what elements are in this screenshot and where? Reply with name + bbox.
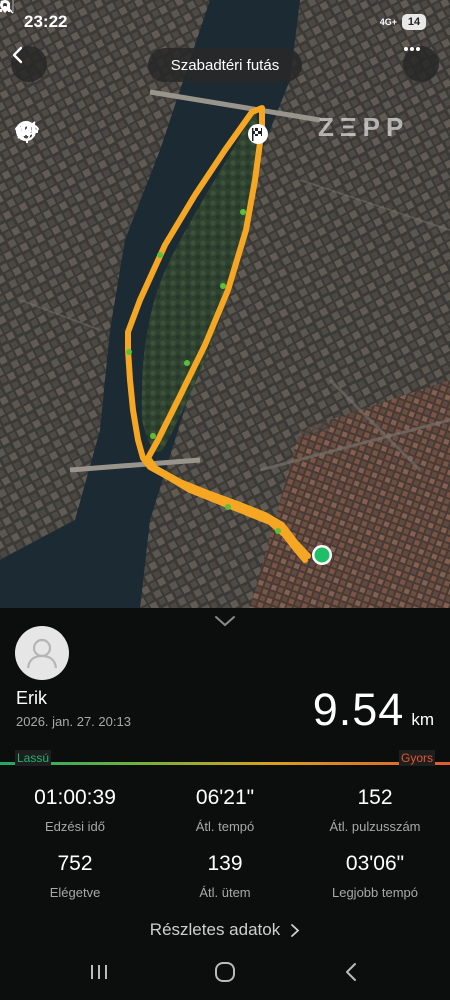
view-toggle-button[interactable] — [15, 122, 43, 246]
recent-apps-button[interactable] — [87, 960, 111, 984]
more-dots-icon — [404, 47, 420, 51]
recent-apps-icon — [91, 965, 107, 979]
status-bar: 23:22 4G+ 14 — [0, 0, 450, 44]
pace-gradient-bar — [0, 762, 450, 765]
battery-icon: 14 — [402, 14, 426, 30]
user-icon — [26, 638, 58, 669]
pace-scale: Lassú Gyors — [0, 748, 450, 768]
stat-value: 01:00:39 — [34, 786, 116, 809]
back-icon — [346, 963, 356, 981]
back-nav-button[interactable] — [339, 960, 363, 984]
stat-label: Átl. pulzusszám — [329, 819, 421, 834]
chevron-down-icon[interactable] — [213, 614, 237, 628]
signal-icon — [0, 0, 14, 12]
system-nav-bar — [0, 946, 450, 1000]
stat-label: Átl. tempó — [195, 819, 255, 834]
workout-summary-panel: Erik 2026. jan. 27. 20:13 9.54 km Lassú … — [0, 608, 450, 946]
stat-value: 139 — [207, 852, 243, 875]
stat-value: 152 — [357, 786, 393, 809]
pace-fast-label: Gyors — [398, 750, 435, 766]
checkered-flag-icon — [248, 124, 268, 144]
home-button[interactable] — [213, 960, 237, 984]
chevron-left-icon — [12, 46, 23, 64]
stat-avg-cadence: 139 Átl. ütem — [150, 852, 300, 900]
stat-label: Legjobb tempó — [331, 885, 418, 900]
pace-slow-label: Lassú — [15, 750, 52, 766]
stat-workout-time: 01:00:39 Edzési idő — [0, 786, 150, 834]
brand-logo: ZΞPP — [318, 112, 410, 142]
stat-value: 06'21" — [195, 786, 255, 809]
stat-label: Edzési idő — [45, 819, 105, 834]
stat-avg-pace: 06'21" Átl. tempó — [150, 786, 300, 834]
stat-value: 03'06" — [345, 852, 405, 875]
more-options-button[interactable] — [403, 46, 439, 82]
satellite-map-background — [0, 0, 450, 608]
route-map[interactable]: 23:22 4G+ 14 Szabadtéri futás ZΞPP — [0, 0, 450, 608]
stat-calories: 752 Elégetve — [0, 852, 150, 900]
stat-value: 752 — [57, 852, 93, 875]
distance-value: 9.54 — [312, 684, 405, 735]
stat-best-pace: 03'06" Legjobb tempó — [300, 852, 450, 900]
distance-unit: km — [411, 710, 434, 729]
status-time: 23:22 — [24, 12, 68, 31]
total-distance: 9.54 km — [313, 684, 434, 736]
user-name: Erik — [16, 688, 47, 708]
network-label: 4G+ — [379, 16, 397, 27]
start-point-marker — [312, 545, 332, 565]
locate-icon — [16, 121, 38, 143]
back-button[interactable] — [11, 46, 47, 82]
locate-button[interactable] — [15, 121, 43, 295]
map-style-button[interactable] — [15, 121, 43, 197]
stat-label: Átl. ütem — [199, 885, 251, 900]
avatar[interactable] — [15, 626, 69, 680]
workout-type-title: Szabadtéri futás — [148, 48, 302, 82]
stat-label: Elégetve — [49, 885, 101, 900]
workout-date: 2026. jan. 27. 20:13 — [16, 714, 131, 729]
status-icons: 4G+ 14 — [0, 0, 426, 30]
detailed-data-label: Részletes adatok — [149, 920, 281, 939]
map-tools — [15, 120, 43, 316]
stat-avg-heart-rate: 152 Átl. pulzusszám — [300, 786, 450, 834]
detailed-data-link[interactable]: Részletes adatok — [0, 920, 450, 940]
chevron-right-icon — [291, 923, 300, 937]
home-icon — [215, 962, 235, 982]
